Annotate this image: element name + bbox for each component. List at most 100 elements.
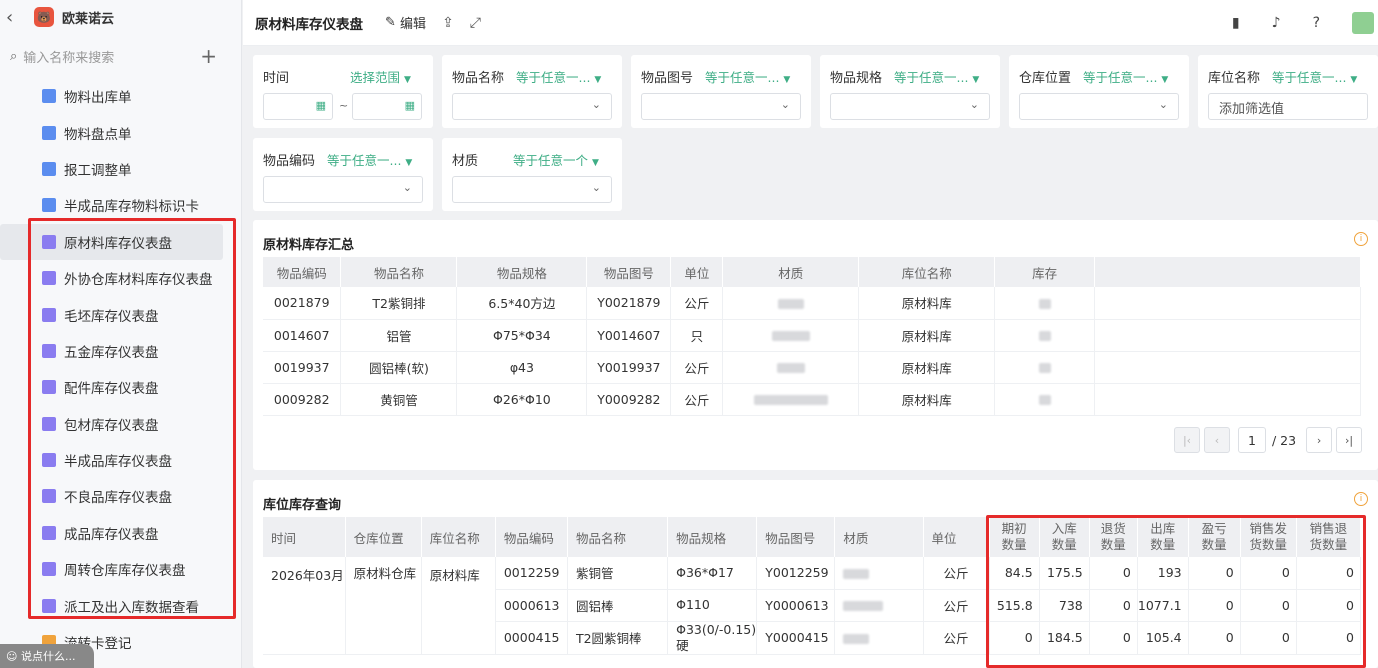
cell-drawing: Y0009282: [586, 383, 672, 416]
redacted-value: [1038, 331, 1051, 341]
cell-name: T2紫铜排: [340, 287, 458, 320]
filter-operator[interactable]: 等于任意一... ▼: [327, 150, 412, 169]
date-start-input[interactable]: ▦: [263, 93, 333, 120]
calendar-icon: ▦: [315, 99, 326, 112]
filter-select[interactable]: ⌄: [452, 93, 612, 120]
help-icon[interactable]: ?: [1313, 15, 1320, 31]
column-header: 物品规格: [667, 517, 758, 557]
filter-item-name: 物品名称 等于任意一... ▼ ⌄: [442, 55, 622, 128]
redacted-value: [753, 395, 828, 405]
highlight-box-sidebar: [28, 218, 236, 619]
table-header-row: 物品编码 物品名称 物品规格 物品图号 单位 材质 库位名称 库存: [263, 257, 1361, 287]
assistant-input[interactable]: ☺ 说点什么...: [0, 644, 94, 668]
cell-material-redacted: [722, 287, 860, 320]
column-header: 物品图号: [756, 517, 836, 557]
table-row[interactable]: 0019937 圆铝棒(软) φ43 Y0019937 公斤 原材料库: [263, 351, 1361, 384]
table-row[interactable]: 0014607 铝管 Φ75*Φ34 Y0014607 只 原材料库: [263, 319, 1361, 352]
filter-label: 物品编码: [263, 154, 316, 169]
cell-filler: [1094, 351, 1361, 384]
next-page-button[interactable]: ›: [1306, 427, 1333, 453]
filter-item-code: 物品编码 等于任意一... ▼ ⌄: [253, 138, 433, 211]
cell-material-redacted: [834, 557, 924, 590]
top-header: 原材料库存仪表盘 ✎ 编辑 ⇪ ⤢ ▮ ♪ ?: [243, 0, 1378, 46]
table-row[interactable]: 0009282 黄铜管 Φ26*Φ10 Y0009282 公斤 原材料库: [263, 383, 1361, 416]
redacted-value: [1038, 298, 1051, 309]
edit-button[interactable]: ✎ 编辑: [385, 13, 426, 32]
last-page-button[interactable]: ›|: [1336, 427, 1363, 453]
column-header: 库位名称: [858, 257, 996, 287]
cell-spec: 6.5*40方边: [456, 287, 588, 320]
cell-filler: [1094, 287, 1361, 320]
cell-unit: 公斤: [670, 287, 724, 320]
info-icon[interactable]: i: [1354, 232, 1368, 246]
filter-select[interactable]: ⌄: [641, 93, 801, 120]
filter-operator[interactable]: 等于任意一... ▼: [705, 67, 790, 86]
back-arrow-icon[interactable]: ‹: [6, 7, 24, 28]
date-end-input[interactable]: ▦: [352, 93, 422, 120]
cell-unit: 公斤: [923, 557, 990, 590]
column-header: 物品编码: [263, 257, 342, 287]
cell-location: 原材料库: [858, 351, 996, 384]
avatar[interactable]: [1352, 12, 1374, 34]
table-row[interactable]: 0021879 T2紫铜排 6.5*40方边 Y0021879 公斤 原材料库: [263, 287, 1361, 320]
cell-location: 原材料库: [858, 383, 996, 416]
filter-operator[interactable]: 等于任意一... ▼: [1272, 67, 1357, 86]
column-header: 材质: [834, 517, 924, 557]
sidebar: ‹ 🐻 欧莱诺云 ⌕ 输入名称来搜索 + 物料出库单 物料盘点单 报工调整单 半成品库…: [0, 0, 242, 668]
filter-operator[interactable]: 选择范围 ▼: [350, 67, 411, 86]
book-icon[interactable]: ▮: [1232, 15, 1240, 31]
column-header: 材质: [722, 257, 860, 287]
filter-select[interactable]: ⌄: [1019, 93, 1179, 120]
document-icon: [42, 89, 56, 104]
cell-name: 黄铜管: [340, 383, 458, 416]
sidebar-item-label: 半成品库存物料标识卡: [64, 199, 199, 216]
search-input[interactable]: 输入名称来搜索: [23, 47, 200, 66]
summary-panel: 原材料库存汇总 i 物品编码 物品名称 物品规格 物品图号 单位 材质 库位名称 库存 002…: [253, 220, 1378, 470]
document-icon: [42, 161, 56, 176]
bell-icon[interactable]: ♪: [1272, 15, 1281, 31]
filter-item-drawing: 物品图号 等于任意一... ▼ ⌄: [631, 55, 811, 128]
cell-drawing: Y0021879: [586, 287, 672, 320]
cell-name: T2圆紫铜棒: [567, 621, 669, 655]
pagination: |‹ ‹ 1 / 23 › ›|: [1170, 427, 1363, 453]
filter-item-spec: 物品规格 等于任意一... ▼ ⌄: [820, 55, 1000, 128]
column-header: 物品规格: [456, 257, 588, 287]
cell-unit: 公斤: [923, 589, 990, 622]
cell-drawing: Y0012259: [756, 557, 836, 590]
filter-select[interactable]: 添加筛选值: [1208, 93, 1368, 120]
redacted-value: [1038, 363, 1051, 373]
filter-operator[interactable]: 等于任意一... ▼: [1083, 67, 1168, 86]
sidebar-item[interactable]: 物料出库单: [0, 78, 241, 114]
cell-code: 0014607: [263, 319, 342, 352]
filter-select[interactable]: ⌄: [830, 93, 990, 120]
filter-select[interactable]: ⌄: [452, 176, 612, 203]
filter-location: 库位名称 等于任意一... ▼ 添加筛选值: [1198, 55, 1378, 128]
page-title: 原材料库存仪表盘: [255, 16, 363, 33]
page-number-input[interactable]: 1: [1238, 427, 1266, 453]
redacted-value: [777, 298, 804, 309]
fullscreen-icon[interactable]: ⤢: [470, 15, 481, 31]
sidebar-header: ‹ 🐻 欧莱诺云: [0, 0, 241, 34]
calendar-icon: ▦: [404, 99, 415, 112]
filter-select[interactable]: ⌄: [263, 176, 423, 203]
column-header: 物品图号: [586, 257, 672, 287]
column-header: 库存: [994, 257, 1096, 287]
cell-name: 圆铝棒: [567, 589, 669, 622]
cell-code: 0000415: [495, 621, 568, 655]
sidebar-item[interactable]: 报工调整单: [0, 151, 241, 187]
filter-operator[interactable]: 等于任意一个 ▼: [513, 150, 599, 169]
cell-spec: Φ33(0/-0.15)硬: [667, 621, 758, 655]
info-icon[interactable]: i: [1354, 492, 1368, 506]
cell-location: 原材料库: [858, 287, 996, 320]
first-page-button[interactable]: |‹: [1174, 427, 1200, 453]
prev-page-button[interactable]: ‹: [1204, 427, 1230, 453]
share-icon[interactable]: ⇪: [442, 15, 454, 31]
cell-code: 0021879: [263, 287, 342, 320]
chevron-down-icon: ⌄: [591, 98, 601, 111]
sidebar-item[interactable]: 物料盘点单: [0, 114, 241, 150]
filter-operator[interactable]: 等于任意一... ▼: [516, 67, 601, 86]
app-logo-icon: 🐻: [34, 7, 54, 27]
add-icon[interactable]: +: [200, 44, 217, 68]
filter-operator[interactable]: 等于任意一... ▼: [894, 67, 979, 86]
summary-table: 物品编码 物品名称 物品规格 物品图号 单位 材质 库位名称 库存 0021879 T2紫铜排 6…: [263, 257, 1361, 416]
